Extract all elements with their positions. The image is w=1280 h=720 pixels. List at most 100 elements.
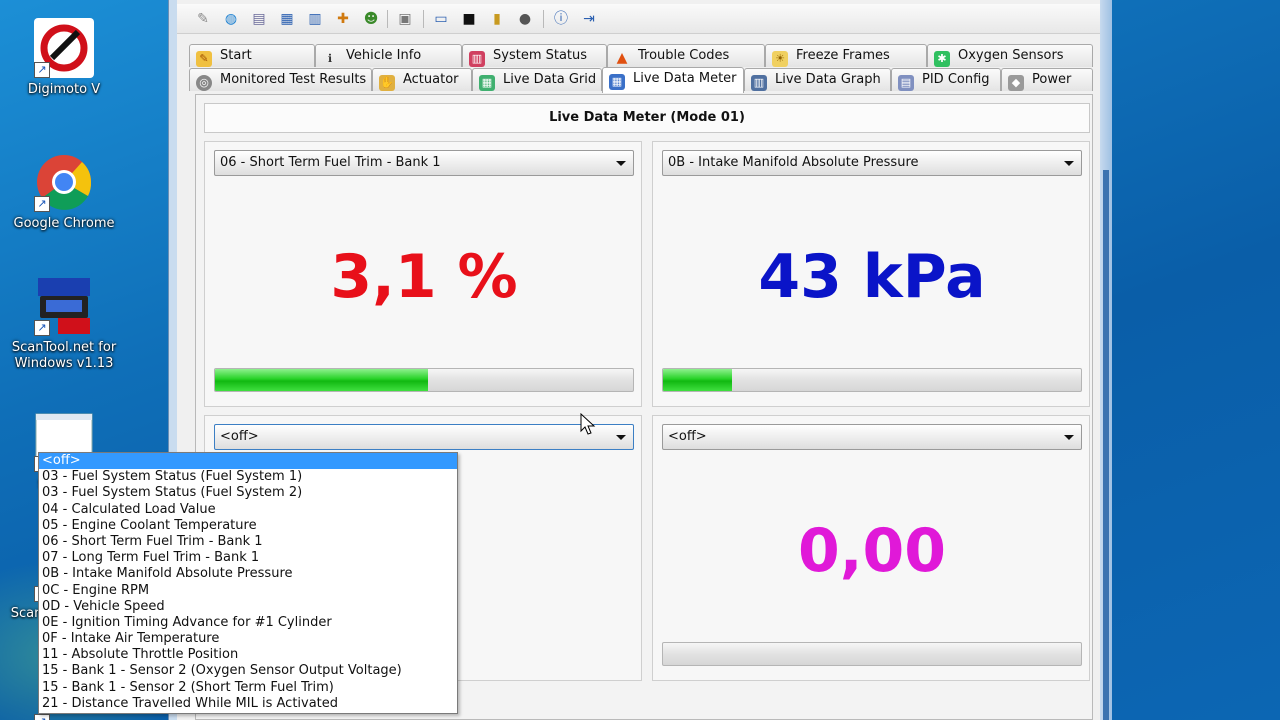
tab-label: Actuator: [403, 72, 459, 87]
tab-monitored-test-results[interactable]: ◎ Monitored Test Results: [189, 68, 372, 91]
chevron-down-icon: [616, 161, 626, 166]
actuator-icon: ✋: [379, 75, 395, 91]
battery-icon[interactable]: ▮: [487, 9, 507, 29]
dropdown-option[interactable]: 05 - Engine Coolant Temperature: [39, 518, 457, 534]
tab-live-data-meter[interactable]: ▦ Live Data Meter: [602, 67, 744, 93]
grid-icon: ▦: [479, 75, 495, 91]
info-icon[interactable]: ⓘ: [551, 9, 571, 29]
dropdown-option[interactable]: 0C - Engine RPM: [39, 583, 457, 599]
dropdown-option[interactable]: 21 - Distance Travelled While MIL is Act…: [39, 696, 457, 712]
meter-2-reading: 43 kPa: [758, 242, 986, 312]
clipboard-icon[interactable]: ▣: [395, 9, 415, 29]
meter-4: <off> 0,00: [652, 415, 1090, 681]
toolbar-separator: [543, 10, 544, 28]
meter-1-pid-select[interactable]: 06 - Short Term Fuel Trim - Bank 1: [214, 150, 634, 176]
tab-label: Vehicle Info: [346, 48, 422, 63]
tab-start[interactable]: ✎ Start: [189, 44, 315, 67]
document-icon[interactable]: ▤: [249, 9, 269, 29]
chevron-down-icon: [616, 435, 626, 440]
dropdown-option[interactable]: 07 - Long Term Fuel Trim - Bank 1: [39, 550, 457, 566]
dropdown-option[interactable]: 15 - Bank 1 - Sensor 2 (Short Term Fuel …: [39, 680, 457, 696]
meter-1: 06 - Short Term Fuel Trim - Bank 1 3,1 %: [204, 141, 642, 407]
start-icon: ✎: [196, 51, 212, 67]
wrench-icon[interactable]: ✎: [193, 9, 213, 29]
grid-icon[interactable]: ▦: [277, 9, 297, 29]
pid-dropdown-list[interactable]: <off> 03 - Fuel System Status (Fuel Syste…: [38, 452, 458, 714]
dropdown-option[interactable]: 0E - Ignition Timing Advance for #1 Cyli…: [39, 615, 457, 631]
tab-label: Trouble Codes: [638, 48, 730, 63]
dropdown-option[interactable]: 15 - Bank 1 - Sensor 2 (Oxygen Sensor Ou…: [39, 663, 457, 679]
sensor-icon: ✱: [934, 51, 950, 67]
tab-oxygen-sensors[interactable]: ✱ Oxygen Sensors: [927, 44, 1093, 67]
status-icon: ▥: [469, 51, 485, 67]
chrome-icon: ↗: [34, 152, 94, 212]
meter-4-pid-value: <off>: [668, 429, 707, 444]
shortcut-arrow-icon: ↗: [34, 714, 50, 720]
warning-icon: ▲: [616, 50, 628, 66]
tab-label: Power: [1032, 72, 1072, 87]
tab-strip: ✎ Start ℹ Vehicle Info ▥ System Status ▲ Tro…: [189, 44, 1093, 96]
meter-1-pid-value: 06 - Short Term Fuel Trim - Bank 1: [220, 155, 441, 170]
meter-2: 0B - Intake Manifold Absolute Pressure 4…: [652, 141, 1090, 407]
meter-1-bar-fill: [215, 369, 429, 391]
chart-icon[interactable]: ▥: [305, 9, 325, 29]
tab-live-data-graph[interactable]: ▥ Live Data Graph: [744, 68, 891, 91]
tab-freeze-frames[interactable]: ☀ Freeze Frames: [765, 44, 927, 67]
tab-label: PID Config: [922, 72, 990, 87]
dropdown-option[interactable]: 06 - Short Term Fuel Trim - Bank 1: [39, 534, 457, 550]
desktop-icon-scantool[interactable]: ↗ ScanTool.net for Windows v1.13: [0, 276, 128, 372]
tab-label: Monitored Test Results: [220, 72, 367, 87]
meter-4-reading: 0,00: [797, 516, 947, 586]
dropdown-option[interactable]: 03 - Fuel System Status (Fuel System 1): [39, 469, 457, 485]
dropdown-option[interactable]: <off>: [39, 453, 457, 470]
dropdown-option[interactable]: 0B - Intake Manifold Absolute Pressure: [39, 566, 457, 582]
tab-power[interactable]: ◆ Power: [1001, 68, 1093, 91]
toolbar-separator: [387, 10, 388, 28]
globe-icon[interactable]: ◍: [221, 9, 241, 29]
shortcut-arrow-icon: ↗: [34, 320, 50, 336]
chevron-down-icon: [1064, 435, 1074, 440]
puzzle-icon[interactable]: ✚: [333, 9, 353, 29]
tab-label: Live Data Graph: [775, 72, 881, 87]
tab-system-status[interactable]: ▥ System Status: [462, 44, 607, 67]
desktop-icon-label: ScanTool.net for Windows v1.13: [11, 340, 117, 371]
tab-vehicle-info[interactable]: ℹ Vehicle Info: [315, 44, 462, 67]
scantool-icon: ↗: [34, 276, 94, 336]
monitor-icon[interactable]: ▭: [431, 9, 451, 29]
meter-1-reading: 3,1 %: [330, 242, 518, 312]
desktop-icon-chrome[interactable]: ↗ Google Chrome: [0, 152, 128, 232]
mouse-cursor-icon: [580, 413, 596, 435]
tab-live-data-grid[interactable]: ▦ Live Data Grid: [472, 68, 602, 91]
tab-label: Start: [220, 48, 252, 63]
meter-3-pid-value: <off>: [220, 429, 259, 444]
desktop-icon-label: Google Chrome: [13, 216, 115, 231]
tab-label: System Status: [493, 48, 588, 63]
exit-icon[interactable]: ⇥: [579, 9, 599, 29]
meter-4-bar: [662, 642, 1082, 666]
meter-4-pid-select[interactable]: <off>: [662, 424, 1082, 450]
meter-2-pid-value: 0B - Intake Manifold Absolute Pressure: [668, 155, 919, 170]
dropdown-option[interactable]: 0D - Vehicle Speed: [39, 599, 457, 615]
dropdown-option[interactable]: 0F - Intake Air Temperature: [39, 631, 457, 647]
test-icon: ◎: [196, 75, 212, 91]
meter-2-pid-select[interactable]: 0B - Intake Manifold Absolute Pressure: [662, 150, 1082, 176]
tab-pid-config[interactable]: ▤ PID Config: [891, 68, 1001, 91]
lightbulb-icon: ☀: [772, 51, 788, 67]
tab-actuator[interactable]: ✋ Actuator: [372, 68, 472, 91]
disc-icon[interactable]: ●: [515, 9, 535, 29]
dropdown-option[interactable]: 04 - Calculated Load Value: [39, 502, 457, 518]
meter-2-bar-fill: [663, 369, 732, 391]
dropdown-option[interactable]: 11 - Absolute Throttle Position: [39, 647, 457, 663]
config-icon: ▤: [898, 75, 914, 91]
tab-trouble-codes[interactable]: ▲ Trouble Codes: [607, 44, 765, 67]
person-icon[interactable]: ☻: [361, 9, 381, 29]
tab-label: Live Data Grid: [503, 72, 597, 87]
power-icon: ◆: [1008, 75, 1024, 91]
info-icon: ℹ: [327, 52, 333, 65]
chevron-down-icon: [1064, 161, 1074, 166]
terminal-icon[interactable]: ■: [459, 9, 479, 29]
meter-3-pid-select[interactable]: <off>: [214, 424, 634, 450]
desktop-icon-digimoto[interactable]: ↗ Digimoto V: [0, 18, 128, 98]
background-scrollbar: [1103, 170, 1109, 720]
dropdown-option[interactable]: 03 - Fuel System Status (Fuel System 2): [39, 485, 457, 501]
